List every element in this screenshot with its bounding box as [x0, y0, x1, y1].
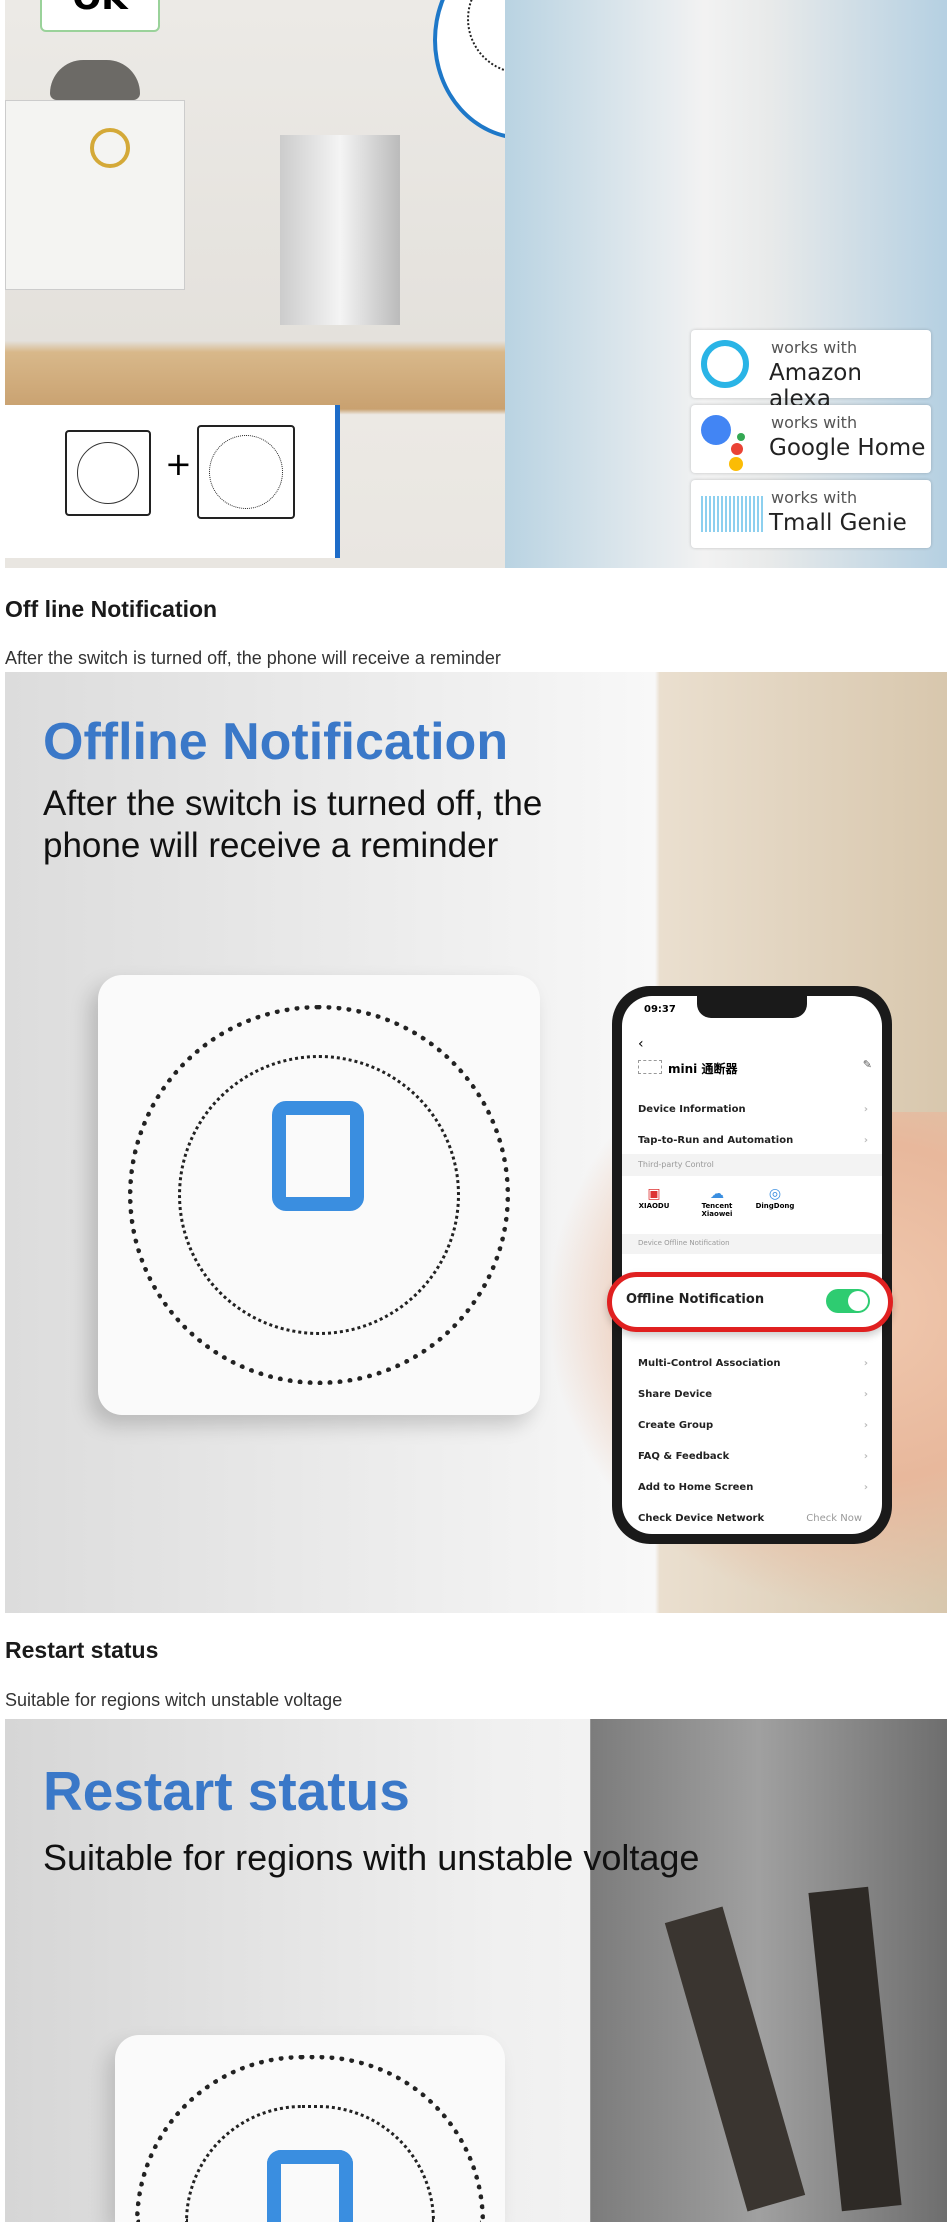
image-title: Offline Notification: [43, 713, 509, 771]
badge-caption: works with: [771, 413, 858, 432]
badge-google-home: works with Google Home: [691, 405, 931, 473]
offline-notification-highlight[interactable]: Offline Notification: [607, 1272, 893, 1332]
socket-plus-device-panel: +: [5, 405, 340, 558]
smart-speaker: [50, 60, 140, 100]
google-assistant-icon: [699, 411, 759, 471]
phone: 09:37 ‹ mini 通断器 ✎ Device Information › T…: [612, 986, 892, 1544]
badge-name: Google Home: [769, 435, 926, 461]
section-label-third-party: Third-party Control: [638, 1160, 714, 1169]
device-thumbnail-icon: [638, 1060, 662, 1074]
badge-name: Tmall Genie: [769, 510, 907, 536]
smart-switch-device: [115, 2035, 505, 2222]
juicer: [280, 135, 400, 325]
product-image-restart-status: Restart status Suitable for regions with…: [5, 1719, 947, 2222]
badge-tmall-genie: works with Tmall Genie: [691, 480, 931, 548]
device-logo-icon: [272, 1101, 364, 1211]
badge-caption: works with: [771, 488, 858, 507]
plus-sign: +: [165, 445, 192, 483]
offline-toggle-switch[interactable]: [826, 1289, 870, 1313]
cloud-icon: ☁: [710, 1186, 724, 1202]
product-image-offline-notification: Offline Notification After the switch is…: [5, 672, 947, 1613]
badge-caption: works with: [771, 338, 858, 357]
image-subtitle-line1: After the switch is turned off, the: [43, 784, 543, 823]
menu-row-add-home[interactable]: Add to Home Screen ›: [638, 1482, 872, 1493]
dingdong-icon: ◎: [768, 1186, 782, 1202]
menu-row-check-network[interactable]: Check Device Network Check Now: [638, 1513, 872, 1524]
menu-row-multi-control[interactable]: Multi-Control Association ›: [638, 1358, 872, 1369]
offline-toggle-label: Offline Notification: [626, 1292, 765, 1307]
alexa-ring-icon: [701, 340, 749, 388]
switch-device-icon: [197, 425, 295, 519]
image-subtitle-line2: phone will receive a reminder: [43, 826, 499, 865]
socket-icon: [65, 430, 151, 516]
status-time: 09:37: [644, 1004, 676, 1015]
section-description: After the switch is turned off, the phon…: [5, 648, 501, 668]
smart-switch-device: [98, 975, 540, 1415]
section-heading: Off line Notification: [5, 596, 218, 622]
utility-pole: [808, 1886, 902, 2212]
third-party-xiaodu[interactable]: ▣ XIAODU: [634, 1186, 674, 1210]
menu-row-share-device[interactable]: Share Device ›: [638, 1389, 872, 1400]
oven: [5, 100, 185, 290]
badge-amazon-alexa: works with Amazon alexa: [691, 330, 931, 412]
back-arrow-icon[interactable]: ‹: [638, 1036, 644, 1052]
third-party-tencent[interactable]: ☁ Tencent Xiaowei: [692, 1186, 742, 1218]
image-title: Restart status: [43, 1760, 410, 1822]
product-image-kitchen: OK + works with Amazon alexa works with …: [5, 0, 947, 568]
oven-knob-icon: [90, 128, 130, 168]
phone-screen: 09:37 ‹ mini 通断器 ✎ Device Information › T…: [622, 996, 882, 1534]
section-description: Suitable for regions witch unstable volt…: [5, 1690, 343, 1710]
device-logo-icon: [267, 2150, 353, 2222]
section-heading: Restart status: [5, 1637, 159, 1663]
utility-pole: [664, 1906, 806, 2212]
section-label-offline: Device Offline Notification: [638, 1239, 730, 1247]
edit-pencil-icon[interactable]: ✎: [863, 1058, 872, 1071]
phone-notch: [697, 996, 807, 1018]
menu-row-create-group[interactable]: Create Group ›: [638, 1420, 872, 1431]
menu-row-tap-to-run[interactable]: Tap-to-Run and Automation ›: [638, 1135, 872, 1146]
image-subtitle: Suitable for regions with unstable volta…: [43, 1837, 700, 1878]
third-party-dingdong[interactable]: ◎ DingDong: [750, 1186, 800, 1210]
menu-row-faq[interactable]: FAQ & Feedback ›: [638, 1451, 872, 1462]
device-name: mini 通断器: [668, 1062, 738, 1076]
menu-row-device-information[interactable]: Device Information ›: [638, 1104, 872, 1115]
speech-bubble: OK: [40, 0, 160, 32]
tmall-genie-icon: [701, 496, 763, 532]
xiaodu-icon: ▣: [647, 1186, 661, 1202]
